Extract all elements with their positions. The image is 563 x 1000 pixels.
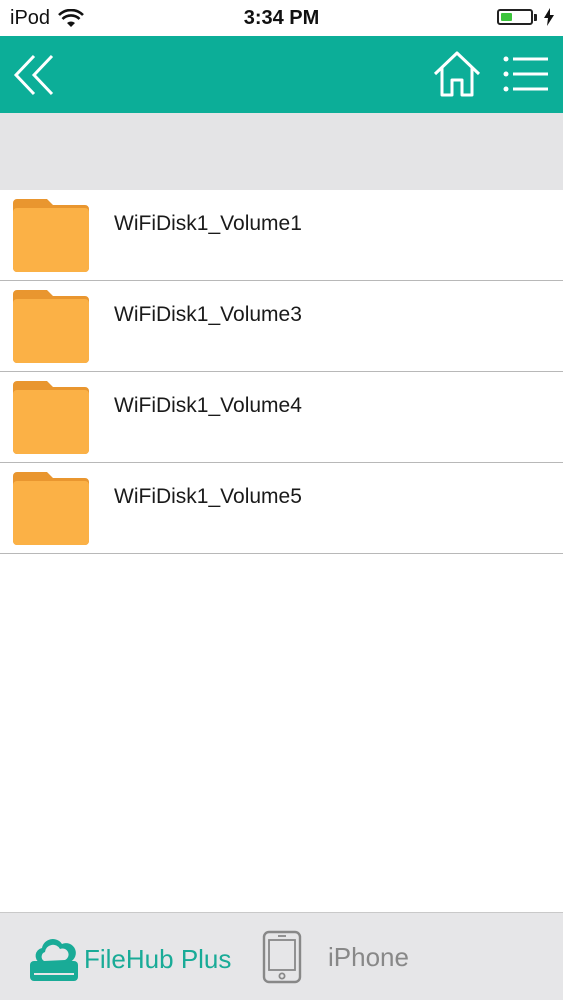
list-item[interactable]: WiFiDisk1_Volume4 <box>0 372 563 463</box>
folder-icon <box>13 199 89 272</box>
folder-icon <box>13 290 89 363</box>
tab-filehub-plus[interactable]: FileHub Plus <box>28 931 231 987</box>
status-time: 3:34 PM <box>243 7 320 29</box>
tab-iphone[interactable]: iPhone <box>262 929 409 985</box>
phone-icon <box>262 930 302 984</box>
tab-bar: FileHub Plus iPhone <box>0 912 563 1000</box>
list-item-label: WiFiDisk1_Volume3 <box>114 303 302 326</box>
double-chevron-left-icon[interactable] <box>10 52 60 98</box>
cloud-drive-icon <box>30 939 78 981</box>
list-item-label: WiFiDisk1_Volume5 <box>114 485 302 508</box>
list-item[interactable]: WiFiDisk1_Volume1 <box>0 190 563 281</box>
file-list: WiFiDisk1_Volume1 WiFiDisk1_Volume3 WiFi… <box>0 190 563 554</box>
battery-tip <box>534 13 537 21</box>
list-item[interactable]: WiFiDisk1_Volume3 <box>0 281 563 372</box>
battery-icon <box>497 9 533 25</box>
tab-filehub-plus-label: FileHub Plus <box>84 943 232 974</box>
tab-iphone-label: iPhone <box>328 941 409 972</box>
list-item-label: WiFiDisk1_Volume1 <box>114 212 302 235</box>
path-strip <box>0 113 563 190</box>
home-icon[interactable] <box>432 50 482 98</box>
list-item-label: WiFiDisk1_Volume4 <box>114 394 302 417</box>
folder-icon <box>13 381 89 454</box>
folder-icon <box>13 472 89 545</box>
charging-bolt-icon <box>544 8 554 26</box>
status-bar: iPod 3:34 PM <box>0 0 563 36</box>
list-menu-icon[interactable] <box>502 54 552 94</box>
battery-level <box>501 13 513 21</box>
list-item[interactable]: WiFiDisk1_Volume5 <box>0 463 563 554</box>
navigation-bar <box>0 36 563 113</box>
